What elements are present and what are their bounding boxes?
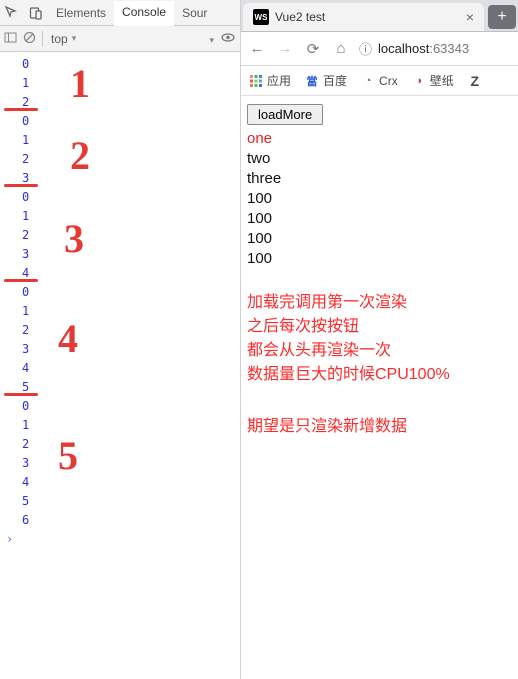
bookmark-label: Crx — [379, 74, 398, 88]
browser-tab[interactable]: WS Vue2 test × — [243, 3, 484, 31]
devtools-tabstrip: Elements Console Sour — [0, 0, 240, 26]
list-item: 100 — [247, 209, 512, 229]
apps-icon — [249, 74, 263, 88]
bookmarks-bar: 应用 當 百度 ◔ Crx ◑ 壁纸 Z — [241, 66, 518, 96]
address-bar: ← → ⟳ ⌂ ⓘ localhost:63343 — [241, 32, 518, 66]
bookmark-crx[interactable]: ◔ Crx — [361, 74, 398, 88]
console-row: 0 — [0, 282, 240, 301]
bookmark-baidu[interactable]: 當 百度 — [305, 72, 347, 89]
console-output: 0120123012340123450123456› — [0, 52, 240, 679]
console-separator — [4, 279, 38, 282]
tab-sources[interactable]: Sour — [174, 0, 215, 25]
console-row: 3 — [0, 339, 240, 358]
console-separator — [4, 184, 38, 187]
console-row: 5 — [0, 491, 240, 510]
note-line: 加载完调用第一次渲染 — [247, 291, 512, 315]
console-row: 1 — [0, 415, 240, 434]
console-row: 4 — [0, 472, 240, 491]
tab-title: Vue2 test — [275, 10, 460, 24]
console-row: 0 — [0, 54, 240, 73]
loadmore-button[interactable]: loadMore — [247, 104, 323, 125]
url-host: localhost — [378, 41, 429, 56]
favicon: WS — [253, 9, 269, 25]
url-port: :63343 — [429, 41, 469, 56]
console-row: 2 — [0, 434, 240, 453]
bookmark-apps[interactable]: 应用 — [249, 72, 291, 89]
console-row: 1 — [0, 206, 240, 225]
annotation-note: 加载完调用第一次渲染之后每次按按钮都会从头再渲染一次数据量巨大的时候CPU100… — [247, 291, 512, 387]
browser-window: WS Vue2 test × + ← → ⟳ ⌂ ⓘ localhost:633… — [241, 0, 518, 679]
bookmark-label: 壁纸 — [430, 72, 454, 89]
list-item: 100 — [247, 189, 512, 209]
list-item: 100 — [247, 229, 512, 249]
close-icon[interactable]: × — [466, 9, 474, 25]
console-row: 1 — [0, 301, 240, 320]
console-row: 2 — [0, 149, 240, 168]
tab-console[interactable]: Console — [114, 1, 174, 26]
console-row: 1 — [0, 73, 240, 92]
console-row: 0 — [0, 111, 240, 130]
crx-icon: ◔ — [361, 74, 375, 88]
list-item: 100 — [247, 249, 512, 269]
note-line: 之后每次按按钮 — [247, 315, 512, 339]
console-row: 3 — [0, 244, 240, 263]
back-icon[interactable]: ← — [247, 40, 267, 57]
context-selector[interactable]: top — [49, 32, 78, 46]
device-icon[interactable] — [24, 6, 48, 20]
page-content: loadMore onetwothree100100100100 加载完调用第一… — [241, 96, 518, 679]
console-row: 2 — [0, 225, 240, 244]
devtools-panel: Elements Console Sour top 01201230123401… — [0, 0, 241, 679]
live-expression-icon[interactable] — [220, 31, 236, 47]
bookmark-wallpaper[interactable]: ◑ 壁纸 — [412, 72, 454, 89]
reload-icon[interactable]: ⟳ — [303, 40, 323, 58]
bookmark-label: 百度 — [323, 72, 347, 89]
list-item: one — [247, 129, 512, 149]
console-separator — [4, 108, 38, 111]
console-row: 2 — [0, 320, 240, 339]
console-row: 4 — [0, 358, 240, 377]
console-row: 1 — [0, 130, 240, 149]
bookmark-z[interactable]: Z — [468, 74, 482, 88]
item-list: onetwothree100100100100 — [247, 129, 512, 269]
z-icon: Z — [468, 74, 482, 88]
browser-tabstrip: WS Vue2 test × + — [241, 0, 518, 32]
list-item: three — [247, 169, 512, 189]
console-row: 0 — [0, 396, 240, 415]
site-info-icon[interactable]: ⓘ — [359, 39, 372, 58]
console-separator — [4, 393, 38, 396]
forward-icon[interactable]: → — [275, 40, 295, 57]
clear-console-icon[interactable] — [23, 31, 36, 47]
baidu-icon: 當 — [305, 74, 319, 88]
note-line: 都会从头再渲染一次 — [247, 339, 512, 363]
console-prompt[interactable]: › — [0, 529, 240, 549]
console-row: 6 — [0, 510, 240, 529]
tab-elements[interactable]: Elements — [48, 0, 114, 25]
level-selector[interactable] — [207, 32, 214, 46]
list-item: two — [247, 149, 512, 169]
home-icon[interactable]: ⌂ — [331, 40, 351, 57]
new-tab-button[interactable]: + — [488, 5, 516, 29]
sidebar-toggle-icon[interactable] — [4, 31, 17, 47]
bookmark-label: 应用 — [267, 72, 291, 89]
console-row: 3 — [0, 453, 240, 472]
console-row: 0 — [0, 187, 240, 206]
wallpaper-icon: ◑ — [412, 74, 426, 88]
inspect-icon[interactable] — [0, 6, 24, 20]
console-toolbar: top — [0, 26, 240, 52]
annotation-note-2: 期望是只渲染新增数据 — [247, 415, 512, 439]
url-field[interactable]: ⓘ localhost:63343 — [359, 39, 512, 58]
note-line: 数据量巨大的时候CPU100% — [247, 363, 512, 387]
